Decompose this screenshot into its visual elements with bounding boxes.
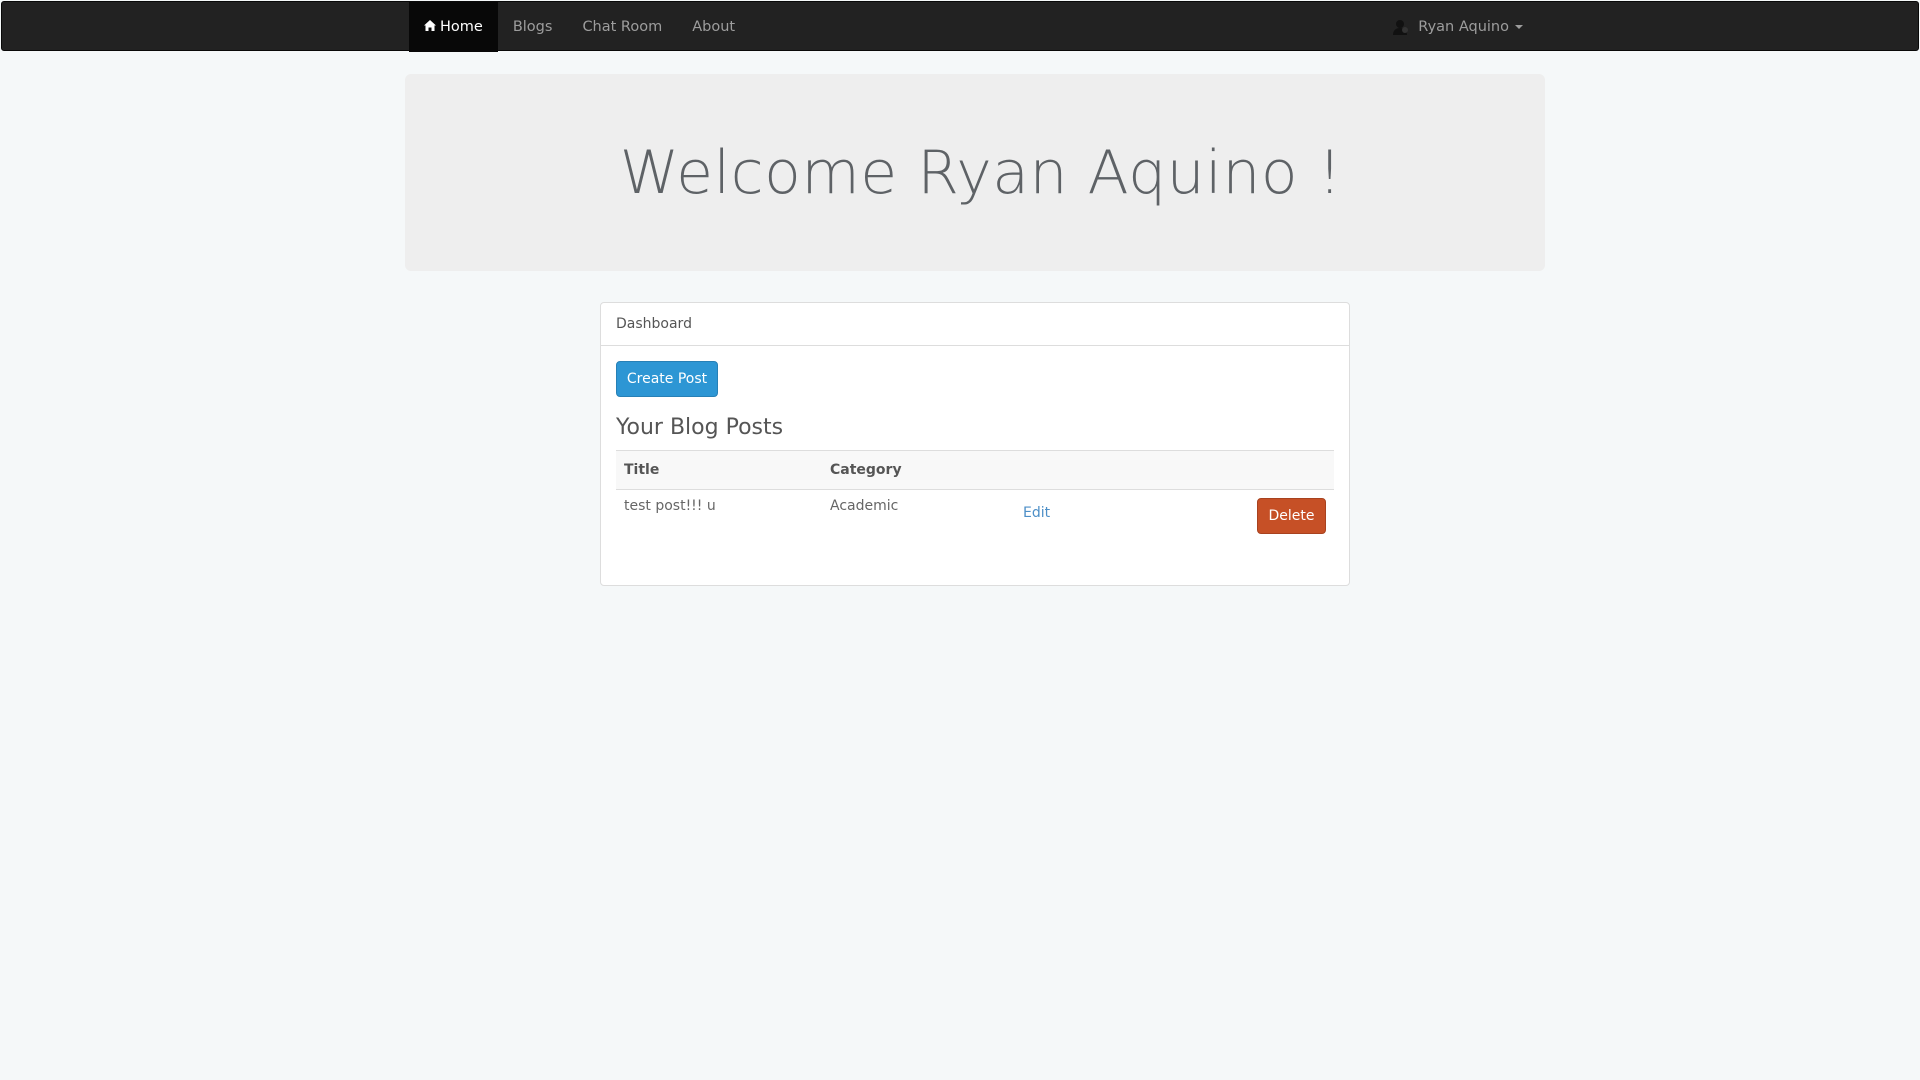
user-menu-toggle[interactable]: Ryan Aquino xyxy=(1392,2,1523,52)
nav-item-blogs-label: Blogs xyxy=(512,19,553,35)
create-post-button[interactable]: Create Post xyxy=(616,361,718,397)
column-header-category: Category xyxy=(822,450,1015,490)
panel-heading-label: Dashboard xyxy=(616,316,692,332)
nav-item-blogs[interactable]: Blogs xyxy=(498,2,568,52)
welcome-banner: Welcome Ryan Aquino ! xyxy=(405,74,1545,271)
edit-cell: Edit xyxy=(1015,490,1135,543)
welcome-title: Welcome Ryan Aquino ! xyxy=(619,137,1343,208)
column-header-edit xyxy=(1015,450,1135,490)
nav-item-chat-room-label: Chat Room xyxy=(582,19,663,35)
edit-link[interactable]: Edit xyxy=(1023,498,1050,521)
section-title: Your Blog Posts xyxy=(616,415,784,440)
home-icon xyxy=(424,19,436,35)
table-header: Title Category xyxy=(616,450,1334,490)
nav-item-home[interactable]: Home xyxy=(409,2,498,52)
panel-heading: Dashboard xyxy=(601,303,1349,346)
nav-item-about-label: About xyxy=(692,19,736,35)
chevron-down-icon xyxy=(1515,25,1523,29)
user-avatar-icon xyxy=(1392,18,1410,36)
delete-cell: Delete xyxy=(1135,490,1334,543)
user-name: Ryan Aquino xyxy=(1418,19,1509,35)
dashboard-panel: Dashboard Create Post Your Blog Posts Ti… xyxy=(600,302,1350,586)
nav-item-chat-room[interactable]: Chat Room xyxy=(567,2,677,52)
top-navbar: Home Blogs Chat Room About Ryan Aquino xyxy=(1,1,1919,52)
panel-body: Create Post Your Blog Posts Title Catego… xyxy=(601,346,1349,557)
nav-item-about[interactable]: About xyxy=(677,2,750,52)
post-title: test post!!! u xyxy=(624,498,716,514)
blog-posts-table: Title Category test post!!! u Academic E… xyxy=(616,450,1334,542)
table-header-row: Title Category xyxy=(616,450,1334,490)
nav-links: Home Blogs Chat Room About xyxy=(409,2,750,52)
delete-button[interactable]: Delete xyxy=(1257,498,1326,534)
post-category: Academic xyxy=(830,498,899,514)
column-header-title: Title xyxy=(616,450,822,490)
column-header-delete xyxy=(1135,450,1334,490)
table-row: test post!!! u Academic Edit Delete xyxy=(616,490,1334,543)
nav-item-home-label: Home xyxy=(440,19,483,35)
